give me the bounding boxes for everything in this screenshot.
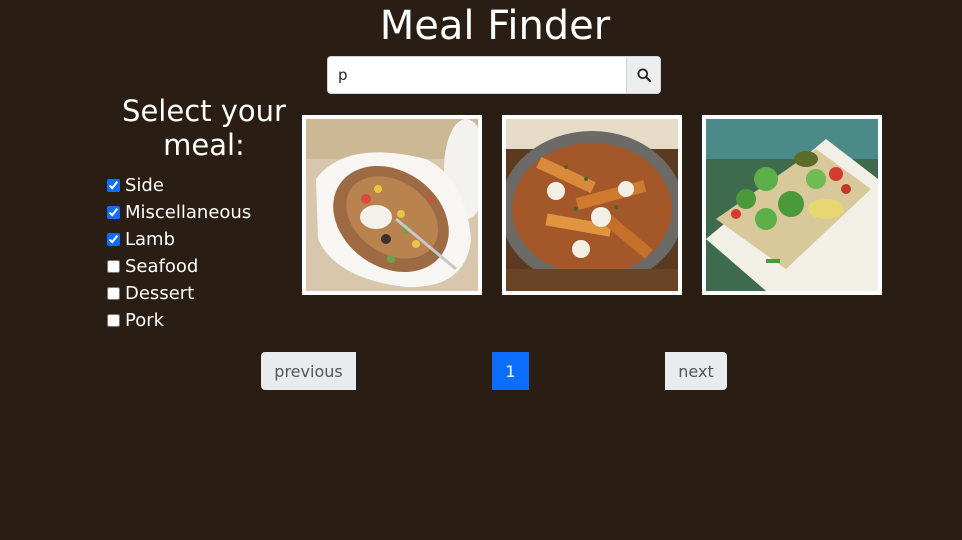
meal-card[interactable]	[302, 115, 482, 295]
filter-label-pork: Pork	[125, 310, 165, 331]
filter-item-side: Side	[106, 172, 251, 199]
search-bar	[327, 56, 661, 94]
meal-card[interactable]	[702, 115, 882, 295]
filter-label-miscellaneous: Miscellaneous	[125, 202, 252, 223]
previous-button[interactable]: previous	[261, 352, 356, 390]
checkbox-miscellaneous[interactable]	[107, 206, 120, 219]
page-1-button[interactable]: 1	[492, 352, 529, 390]
meal-card[interactable]	[502, 115, 682, 295]
filter-item-pork: Pork	[106, 307, 251, 334]
meal-gallery	[302, 115, 882, 295]
filter-item-dessert: Dessert	[106, 280, 251, 307]
page-title: Meal Finder	[379, 3, 611, 49]
filter-label-dessert: Dessert	[125, 283, 195, 304]
filter-item-lamb: Lamb	[106, 226, 251, 253]
filter-item-seafood: Seafood	[106, 253, 251, 280]
checkbox-dessert[interactable]	[107, 287, 120, 300]
baked-potato-photo	[306, 119, 478, 291]
checkbox-side[interactable]	[107, 179, 120, 192]
search-icon	[637, 68, 651, 82]
category-filter-list: Side Miscellaneous Lamb Seafood Dessert …	[106, 172, 251, 334]
search-button[interactable]	[626, 56, 661, 94]
checkbox-lamb[interactable]	[107, 233, 120, 246]
poutine-fries-photo	[506, 119, 678, 291]
filter-label-lamb: Lamb	[125, 229, 176, 250]
salad-flatbread-photo	[706, 119, 878, 291]
search-input[interactable]	[327, 56, 627, 94]
checkbox-pork[interactable]	[107, 314, 120, 327]
filter-item-miscellaneous: Miscellaneous	[106, 199, 251, 226]
next-button[interactable]: next	[665, 352, 727, 390]
checkbox-seafood[interactable]	[107, 260, 120, 273]
filter-title: Select your meal:	[122, 94, 286, 162]
filter-label-seafood: Seafood	[125, 256, 199, 277]
filter-label-side: Side	[125, 175, 164, 196]
